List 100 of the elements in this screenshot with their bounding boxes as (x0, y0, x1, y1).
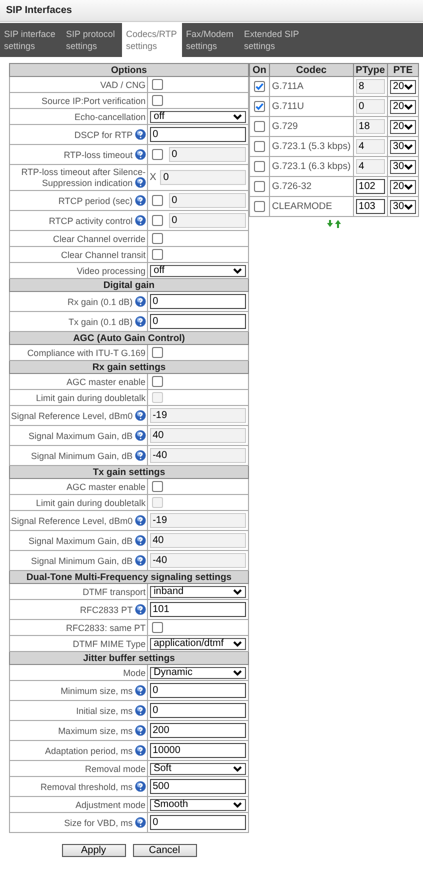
help-icon[interactable] (134, 817, 146, 828)
checkbox[interactable] (254, 181, 265, 192)
chevron-icon (404, 144, 414, 150)
input-field[interactable]: 0 (150, 127, 246, 142)
checkbox[interactable] (254, 121, 265, 132)
chevron-icon (233, 766, 242, 772)
input-field[interactable]: 0 (150, 815, 246, 830)
checkbox[interactable] (152, 481, 163, 492)
chevron-icon (233, 802, 242, 808)
dropdown[interactable]: application/dtmf (150, 638, 246, 650)
input-field[interactable]: 103 (356, 199, 385, 214)
help-icon[interactable] (134, 705, 146, 716)
input-field[interactable]: 101 (150, 602, 246, 617)
field-label: RFC2833: same PT (10, 620, 148, 636)
checkbox[interactable] (152, 149, 163, 160)
tab[interactable]: Fax/Modem settings (182, 23, 240, 57)
checkbox[interactable] (254, 161, 265, 172)
help-icon[interactable] (134, 685, 146, 696)
chevron-icon (233, 670, 242, 676)
cancel-button[interactable]: Cancel (132, 844, 196, 857)
column-header: On (249, 64, 270, 76)
table-cell: CLEARMODE (269, 196, 354, 216)
chevron-icon (233, 114, 242, 120)
chevron-icon (404, 204, 414, 210)
checkbox[interactable] (254, 81, 265, 92)
input-field[interactable]: 0 (150, 294, 246, 309)
input-field[interactable]: 0 (168, 193, 246, 208)
field-label: DTMF transport (10, 584, 148, 600)
field-label: RTP-loss timeout (10, 144, 148, 164)
input-field[interactable]: 0 (160, 170, 246, 185)
checkbox[interactable] (152, 249, 163, 260)
field-label: Signal Reference Level, dBm0 (10, 406, 148, 426)
checkbox[interactable] (152, 376, 163, 387)
apply-button[interactable]: Apply (62, 844, 126, 857)
dropdown[interactable]: 20 (390, 180, 416, 194)
help-icon[interactable] (134, 745, 146, 756)
checkbox[interactable] (152, 215, 163, 226)
checkbox[interactable] (152, 622, 163, 633)
input-field[interactable]: 500 (150, 779, 246, 794)
dropdown[interactable]: inband (150, 586, 246, 598)
input-field[interactable]: 0 (150, 703, 246, 718)
input-field[interactable]: 102 (356, 179, 385, 194)
dropdown[interactable]: 30 (390, 160, 416, 174)
checkbox[interactable] (152, 233, 163, 244)
field-label: AGC master enable (10, 478, 148, 494)
field-label: Signal Maximum Gain, dB (10, 530, 148, 550)
input-field[interactable]: 0 (150, 314, 246, 329)
dropdown[interactable]: 20 (390, 100, 416, 114)
field-label: Echo-cancellation (10, 108, 148, 124)
table-cell: G.723.1 (6.3 kbps) (269, 156, 354, 176)
checkbox[interactable] (152, 95, 163, 106)
help-icon[interactable] (134, 316, 146, 327)
field-label: AGC master enable (10, 374, 148, 390)
field-label: Adaptation period, ms (10, 740, 148, 760)
tab[interactable]: Extended SIP settings (240, 23, 312, 57)
tab[interactable]: SIP interface settings (0, 23, 62, 57)
checkbox[interactable] (152, 347, 163, 358)
tab[interactable]: SIP protocol settings (62, 23, 122, 57)
help-icon[interactable] (134, 604, 146, 615)
table-cell: G.711U (269, 96, 354, 116)
chevron-icon (233, 588, 242, 594)
checkbox[interactable] (254, 201, 265, 212)
checkbox[interactable] (152, 195, 163, 206)
chevron-icon (404, 164, 414, 170)
input-field[interactable]: 200 (150, 723, 246, 738)
input-field[interactable]: 10000 (150, 743, 246, 758)
field-label: Clear Channel override (10, 230, 148, 246)
section-header: Options (10, 64, 248, 76)
sort-arrows-icon[interactable] (326, 220, 342, 228)
dropdown[interactable]: off (150, 110, 246, 122)
field-label: Adjustment mode (10, 796, 148, 812)
field-label: RTCP period (sec) (10, 190, 148, 210)
help-icon[interactable] (134, 149, 146, 160)
dropdown[interactable]: 20 (390, 120, 416, 134)
help-icon[interactable] (134, 296, 146, 307)
field-label: Rx gain (0.1 dB) (10, 292, 148, 312)
checkbox[interactable] (254, 101, 265, 112)
dropdown[interactable]: Smooth (150, 798, 246, 810)
dropdown[interactable]: 20 (390, 80, 416, 94)
checkbox[interactable] (152, 79, 163, 90)
dropdown[interactable]: 30 (390, 200, 416, 214)
field-label: VAD / CNG (10, 76, 148, 92)
dropdown[interactable]: Dynamic (150, 666, 246, 678)
field-label: Limit gain during doubletalk (10, 494, 148, 510)
help-icon[interactable] (134, 195, 146, 206)
dropdown[interactable]: 30 (390, 140, 416, 154)
input-field[interactable]: 0 (168, 213, 246, 228)
help-icon[interactable] (134, 725, 146, 736)
tab[interactable]: Codecs/RTP settings (122, 23, 182, 57)
dropdown[interactable]: off (150, 264, 246, 276)
help-icon[interactable] (134, 129, 146, 140)
help-icon[interactable] (134, 215, 146, 226)
input-field[interactable]: 0 (168, 147, 246, 162)
input-field[interactable]: 0 (150, 683, 246, 698)
field-label: Limit gain during doubletalk (10, 390, 148, 406)
checkbox[interactable] (254, 141, 265, 152)
help-icon[interactable] (134, 781, 146, 792)
table-cell: G.711A (269, 76, 354, 96)
help-icon[interactable] (134, 177, 146, 188)
dropdown[interactable]: Soft (150, 762, 246, 774)
